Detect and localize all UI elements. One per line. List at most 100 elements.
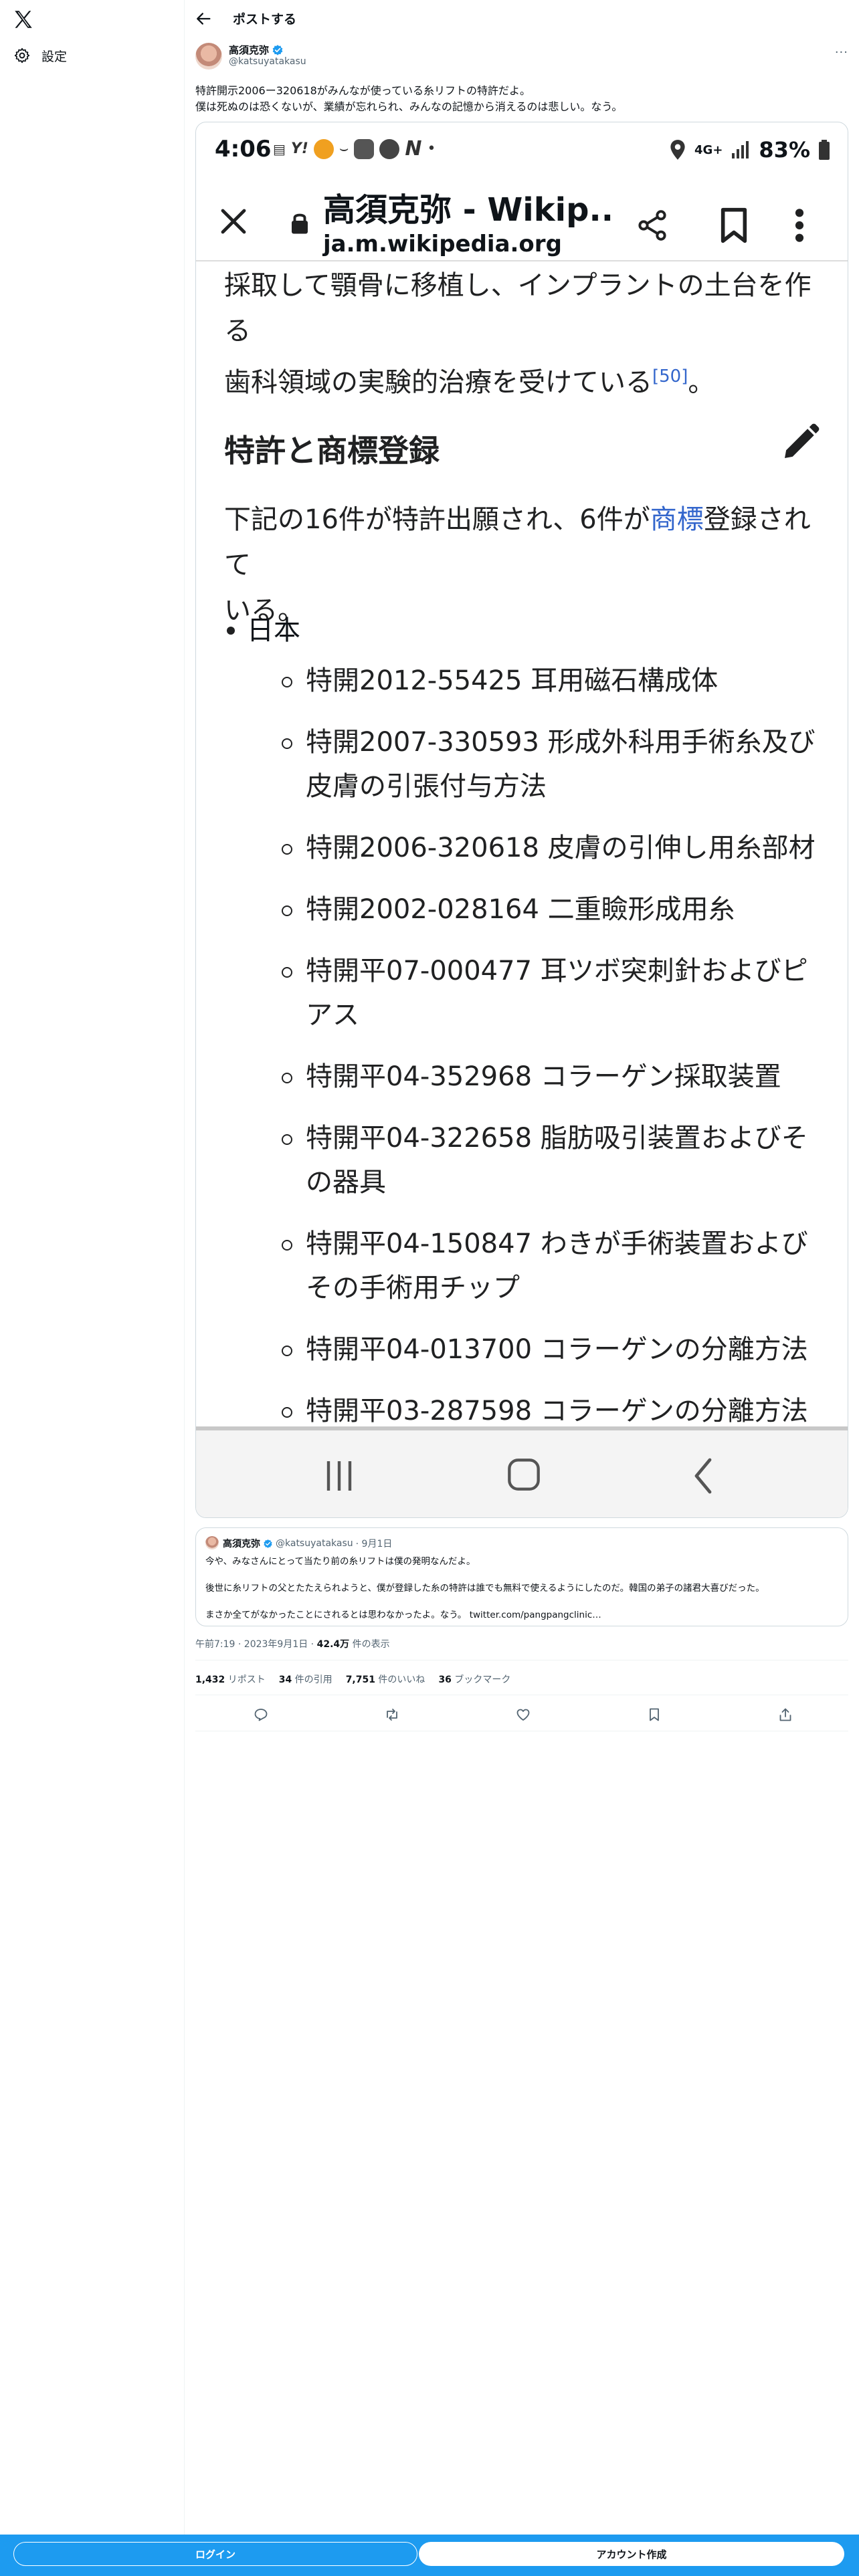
- quote-author-handle: @katsuyatakasu: [276, 1538, 353, 1549]
- wiki-para-prefix: 下記の16件が特許出願され、6件が: [224, 504, 650, 535]
- author-name: 高須克弥: [229, 44, 270, 56]
- yahoo-icon: Y!: [290, 140, 308, 157]
- patent-item: 特開平03-287598 コラーゲンの分離方法: [282, 1389, 817, 1426]
- stat-bookmarks[interactable]: 36 ブックマーク: [438, 1673, 510, 1686]
- patent-item: 特開平07-000477 耳ツボ突刺針およびピアス: [282, 949, 817, 1037]
- bookmark-icon[interactable]: [718, 207, 750, 244]
- stat-bookmarks-label: ブックマーク: [451, 1675, 511, 1685]
- bullet-dot: [227, 627, 235, 635]
- signup-button[interactable]: アカウント作成: [419, 2542, 844, 2566]
- more-options-icon[interactable]: ···: [835, 45, 848, 60]
- author-handle[interactable]: @katsuyatakasu: [229, 56, 306, 67]
- citation-link[interactable]: [50]: [652, 366, 688, 387]
- network-label: 4G+: [694, 142, 723, 157]
- patent-list: 特開2012-55425 耳用磁石構成体 特開2007-330593 形成外科用…: [282, 659, 817, 1426]
- status-app-icons: ▤ Y! ⌣ N •: [273, 137, 436, 160]
- quote-date: · 9月1日: [355, 1539, 393, 1549]
- stat-likes[interactable]: 7,751 件のいいね: [346, 1673, 425, 1686]
- wiki-para-line: 下記の16件が特許出願され、6件が商標登録されて: [224, 497, 826, 588]
- dash-icon: ⌣: [339, 140, 349, 157]
- battery-percent: 83%: [759, 137, 810, 163]
- post-text-line: 僕は死ぬのは恐くないが、業績が忘れられ、みんなの記憶から消えるのは悲しい。なう。: [195, 100, 623, 113]
- patent-item: 特開2012-55425 耳用磁石構成体: [282, 659, 817, 703]
- reply-icon[interactable]: [253, 1707, 269, 1723]
- wiki-intro-paragraph: 採取して顎骨に移植し、インプラントの土台を作る 歯科領域の実験的治療を受けている…: [224, 263, 826, 405]
- android-nav-bar: [196, 1426, 848, 1517]
- battery-icon: [819, 140, 830, 160]
- status-right: 4G+ 83%: [669, 137, 830, 163]
- bookmark-icon[interactable]: [646, 1707, 662, 1723]
- page-title: ポストする: [233, 12, 297, 27]
- verified-badge-icon: [264, 1539, 272, 1548]
- main-column: ポストする 高須克弥 @katsuyatakasu ··· 特許開示2006ー3…: [185, 0, 859, 2576]
- quote-text-line: 後世に糸リフトの父とたたえられようと、僕が登録した糸の特許は誰でも無料で使えるよ…: [205, 1583, 765, 1594]
- post-author: 高須克弥 @katsuyatakasu ···: [195, 41, 848, 71]
- stat-reposts-count: 1,432: [195, 1675, 225, 1685]
- trademark-link[interactable]: 商標: [650, 504, 704, 535]
- edit-pencil-icon[interactable]: [779, 421, 822, 463]
- lock-icon: [292, 213, 308, 234]
- stat-quotes[interactable]: 34 件の引用: [279, 1673, 332, 1686]
- login-button[interactable]: ログイン: [13, 2542, 417, 2566]
- close-icon[interactable]: [217, 205, 250, 237]
- post-time[interactable]: 午前7:19 · 2023年9月1日 ·: [195, 1639, 317, 1650]
- recents-icon[interactable]: [323, 1456, 355, 1496]
- patent-item: 特開2006-320618 皮膚の引伸し用糸部材: [282, 826, 817, 870]
- wiki-para-line-2: いる。: [224, 595, 304, 626]
- nikkei-icon: N: [405, 137, 422, 160]
- stat-quotes-label: 件の引用: [292, 1675, 332, 1685]
- quote-author-name: 高須克弥: [223, 1539, 260, 1549]
- like-icon[interactable]: [515, 1707, 531, 1723]
- browser-title-block[interactable]: 高須克弥 - Wikip... ja.m.wikipedia.org: [323, 191, 611, 259]
- home-icon[interactable]: [506, 1457, 541, 1492]
- nav-settings-label: 設定: [41, 49, 68, 64]
- patent-item: 特開平04-150847 わきが手術装置およびその手術用チップ: [282, 1222, 817, 1310]
- signal-icon: [732, 141, 749, 158]
- author-name-row[interactable]: 高須克弥: [229, 43, 284, 57]
- share-icon[interactable]: [635, 208, 670, 243]
- wiki-content: 採取して顎骨に移植し、インプラントの土台を作る 歯科領域の実験的治療を受けている…: [196, 263, 848, 1426]
- wiki-section-paragraph: 下記の16件が特許出願され、6件が商標登録されて いる。: [224, 497, 826, 633]
- country-label: 日本: [247, 615, 300, 646]
- location-icon: [670, 140, 685, 160]
- post-stats: 1,432 リポスト 34 件の引用 7,751 件のいいね 36 ブックマーク: [195, 1673, 510, 1686]
- post-timestamp: 午前7:19 · 2023年9月1日 · 42.4万 件の表示: [195, 1637, 390, 1650]
- post-media-image[interactable]: 4:06 ▤ Y! ⌣ N • 4G+ 83% 高須克弥 - Wikip... …: [195, 122, 848, 1518]
- x-logo-icon[interactable]: [12, 8, 35, 31]
- stat-likes-label: 件のいいね: [375, 1675, 425, 1685]
- quote-header: 高須克弥 @katsuyatakasu · 9月1日: [223, 1537, 392, 1550]
- status-time: 4:06: [215, 136, 272, 163]
- stat-reposts[interactable]: 1,432 リポスト: [195, 1673, 266, 1686]
- post-text: 特許開示2006ー320618がみんなが使っている糸リフトの特許だよ。 僕は死ぬ…: [195, 83, 848, 115]
- arrow-left-icon[interactable]: [194, 9, 213, 28]
- stat-bookmarks-count: 36: [438, 1675, 452, 1685]
- wiki-intro-line: 採取して顎骨に移植し、インプラントの土台を作る: [224, 270, 812, 346]
- browser-toolbar: 高須克弥 - Wikip... ja.m.wikipedia.org: [196, 181, 848, 261]
- stat-reposts-label: リポスト: [225, 1675, 266, 1685]
- stat-quotes-count: 34: [278, 1675, 292, 1685]
- line-icon: [354, 138, 375, 159]
- repost-icon[interactable]: [384, 1707, 400, 1723]
- wiki-intro-end: 。: [688, 367, 715, 398]
- views-label: 件の表示: [349, 1639, 390, 1650]
- wiki-intro-text: 歯科領域の実験的治療を受けている: [224, 367, 652, 398]
- avatar[interactable]: [195, 43, 222, 70]
- section-heading: 特許と商標登録: [224, 433, 440, 469]
- quoted-post[interactable]: 高須克弥 @katsuyatakasu · 9月1日 今や、みなさんにとって当た…: [195, 1527, 848, 1626]
- bear-icon: [313, 138, 334, 159]
- quote-avatar: [205, 1536, 219, 1549]
- verified-badge-icon: [272, 44, 283, 56]
- browser-page-title: 高須克弥 - Wikip...: [323, 191, 611, 229]
- sim-icon: ▤: [273, 140, 286, 157]
- share-icon[interactable]: [777, 1707, 793, 1723]
- patent-item: 特開2002-028164 二重瞼形成用糸: [282, 887, 817, 932]
- more-vertical-icon[interactable]: [791, 207, 807, 244]
- patent-item: 特開平04-013700 コラーゲンの分離方法: [282, 1327, 817, 1372]
- nav-settings[interactable]: 設定: [13, 44, 67, 67]
- browser-url: ja.m.wikipedia.org: [323, 231, 562, 257]
- back-chevron-icon[interactable]: [691, 1456, 715, 1496]
- patent-item: 特開平04-352968 コラーゲン採取装置: [282, 1055, 817, 1099]
- chat-icon: [379, 138, 400, 159]
- stat-likes-count: 7,751: [345, 1675, 375, 1685]
- phone-status-bar: 4:06 ▤ Y! ⌣ N • 4G+ 83%: [196, 122, 848, 181]
